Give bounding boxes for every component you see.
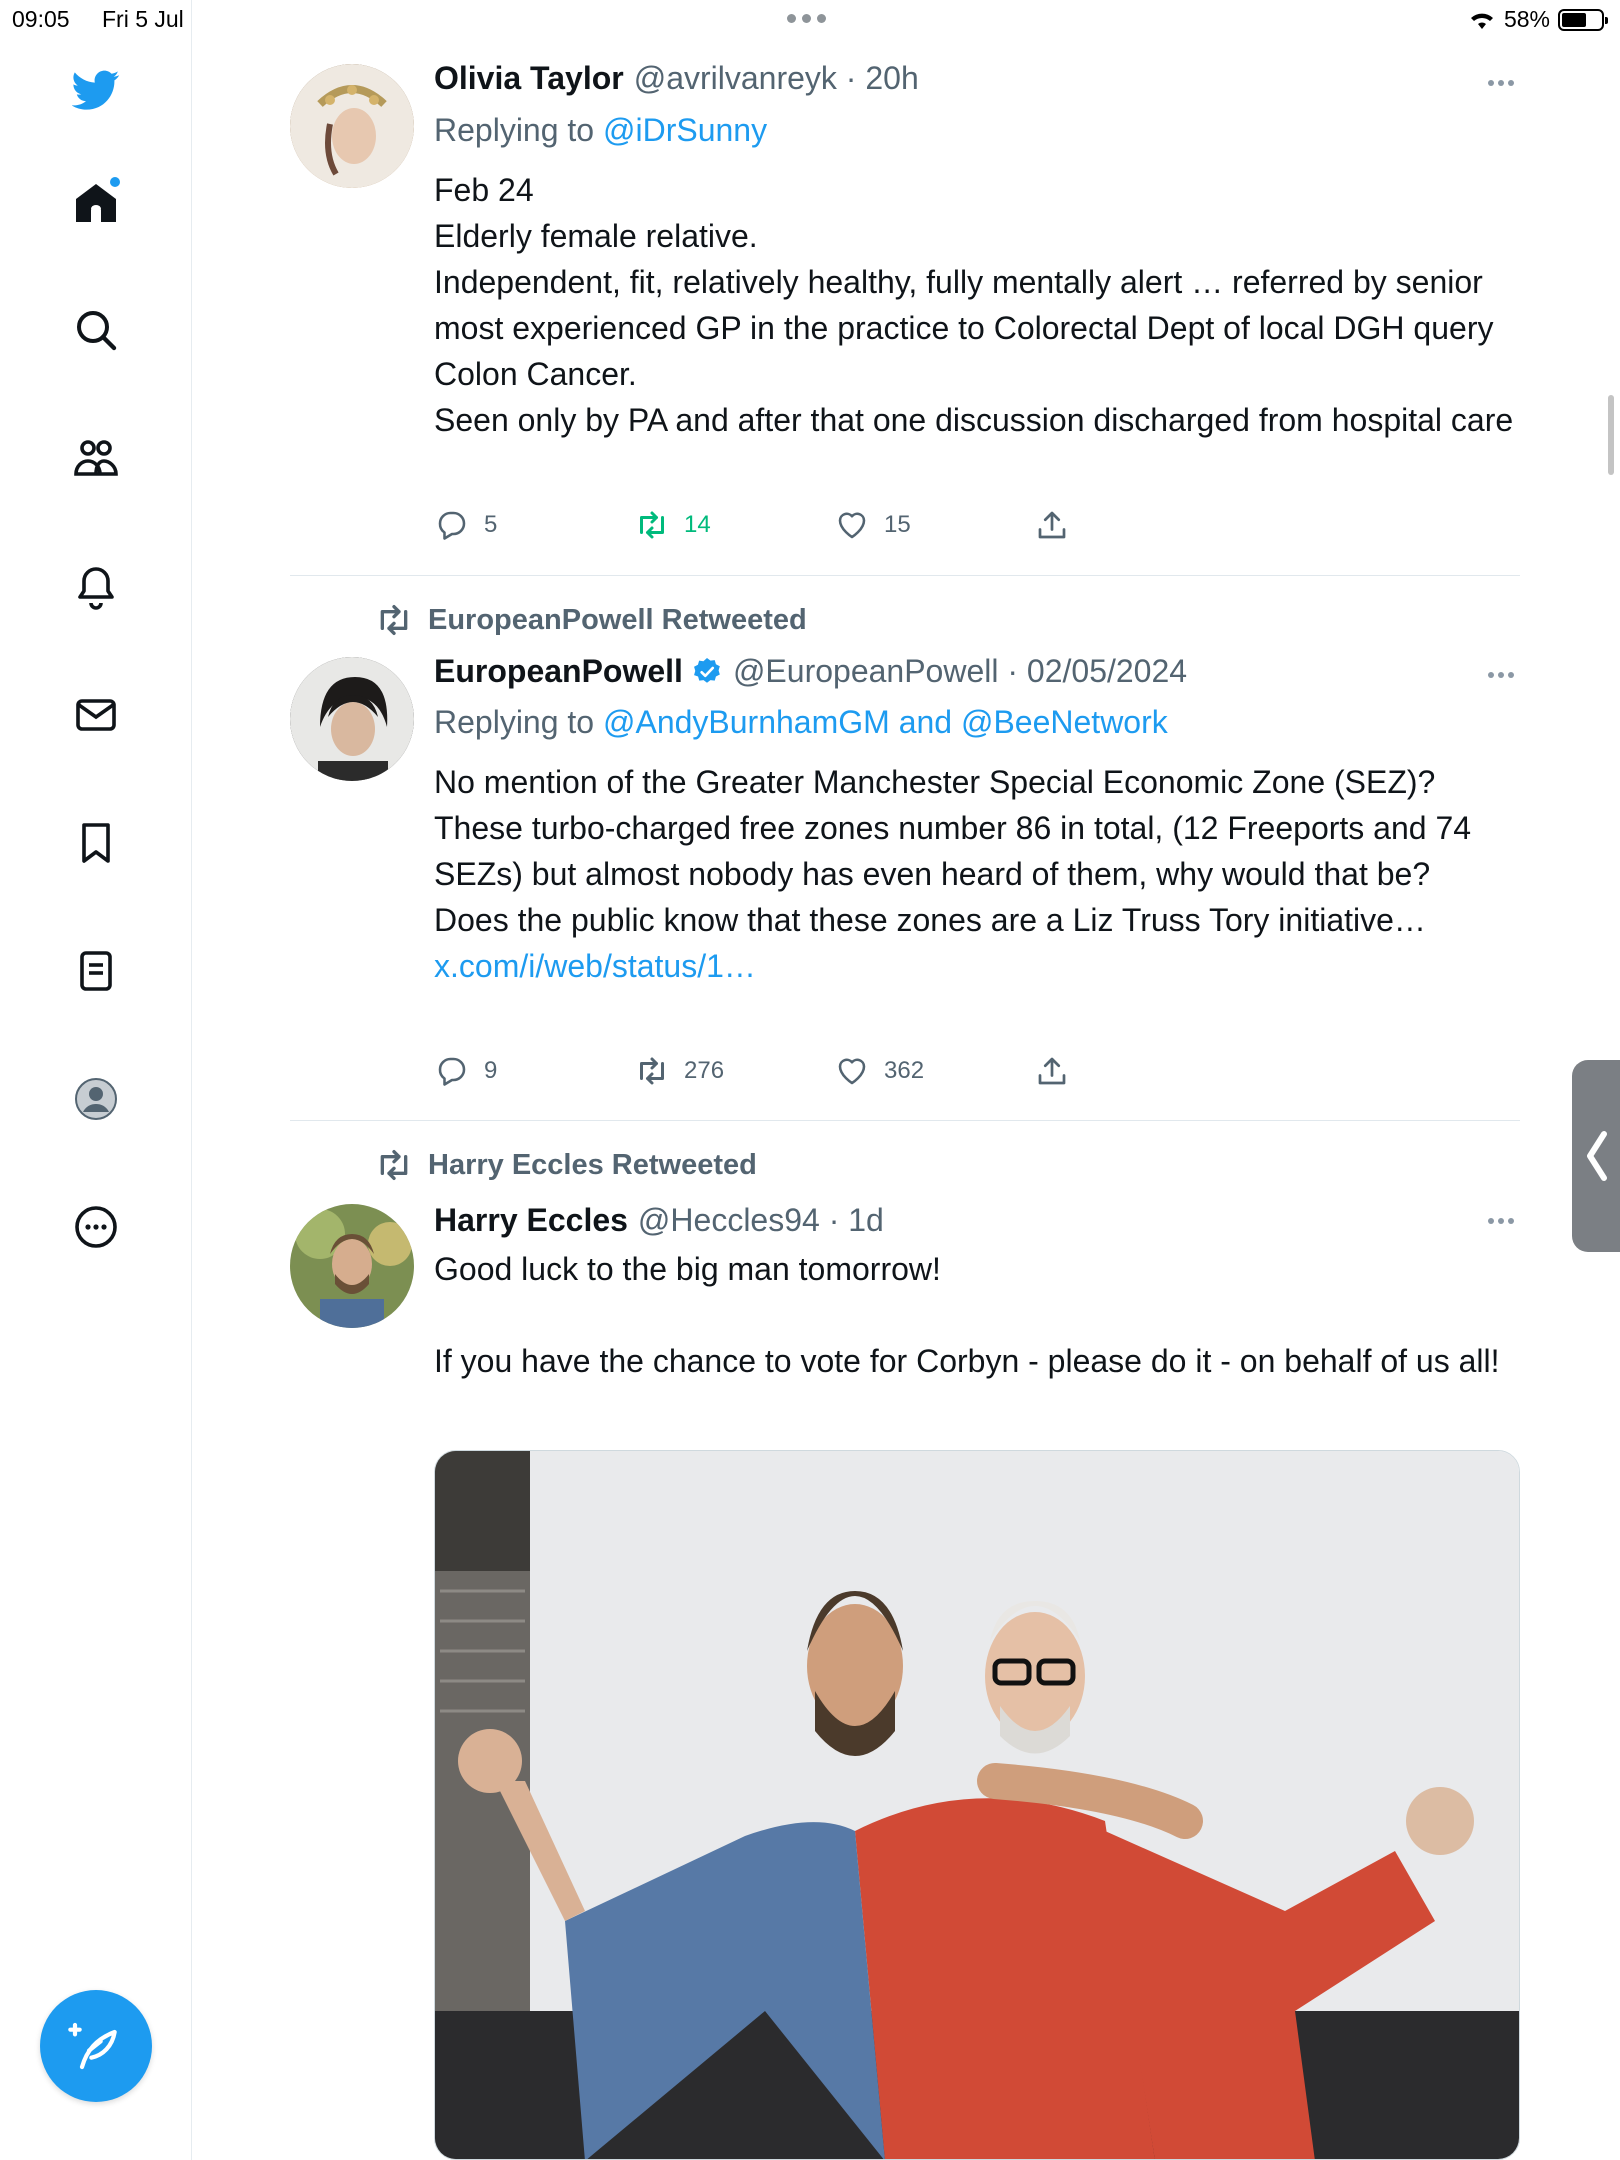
chevron-left-icon — [1587, 1131, 1607, 1181]
replying-to: Replying to @AndyBurnhamGM and @BeeNetwo… — [434, 704, 1168, 740]
avatar[interactable] — [290, 657, 414, 781]
retweeted-by: Harry Eccles Retweeted — [374, 1145, 757, 1185]
side-panel-handle[interactable] — [1572, 1060, 1620, 1252]
retweet-icon — [380, 605, 408, 635]
retweeted-by: EuropeanPowell Retweeted — [374, 600, 807, 640]
more-options-icon[interactable] — [66, 1197, 126, 1257]
scrollbar-thumb[interactable] — [1608, 395, 1614, 475]
retweet-icon — [640, 1057, 664, 1085]
share-icon — [1038, 1057, 1066, 1085]
author-handle[interactable]: @EuropeanPowell · 02/05/2024 — [733, 653, 1187, 690]
twitter-logo-icon[interactable] — [66, 60, 126, 120]
sidebar — [0, 0, 192, 2160]
avatar[interactable] — [290, 64, 414, 188]
reply-icon — [438, 1057, 466, 1086]
author-handle[interactable]: @Heccles94 · 1d — [638, 1202, 884, 1239]
verified-badge-icon — [694, 657, 720, 683]
wifi-icon — [1470, 13, 1493, 29]
tweet-more-icon[interactable] — [1488, 1218, 1520, 1224]
tweet-text: No mention of the Greater Manchester Spe… — [434, 759, 1524, 989]
reply-mention-link[interactable]: @AndyBurnhamGM and @BeeNetwork — [603, 704, 1168, 740]
share-icon — [1038, 511, 1066, 539]
battery-percent: 58% — [1503, 6, 1550, 32]
compose-feather-icon — [68, 2022, 117, 2070]
replying-to: Replying to @iDrSunny — [434, 112, 768, 148]
retweet-icon — [640, 511, 664, 539]
profile-avatar-icon[interactable] — [66, 1069, 126, 1129]
share-button[interactable] — [1034, 507, 1234, 543]
like-heart-icon — [838, 1058, 866, 1085]
like-heart-icon — [838, 512, 866, 539]
search-icon[interactable] — [66, 300, 126, 360]
battery-icon — [1558, 8, 1608, 31]
retweet-button[interactable]: 276 — [634, 1053, 834, 1089]
author-name[interactable]: Olivia Taylor — [434, 60, 624, 97]
tweet-divider — [290, 575, 1520, 576]
tweet-divider — [290, 1120, 1520, 1121]
communities-icon[interactable] — [66, 428, 126, 488]
like-count: 15 — [884, 511, 911, 538]
tweet-text: Good luck to the big man tomorrow! If yo… — [434, 1251, 1500, 1379]
retweet-count: 14 — [684, 511, 711, 538]
retweet-icon — [380, 1150, 408, 1180]
retweet-button[interactable]: 14 — [634, 507, 834, 543]
retweet-count: 276 — [684, 1057, 725, 1084]
multitasking-dots-icon[interactable] — [787, 14, 826, 23]
share-button[interactable] — [1034, 1053, 1234, 1089]
notifications-bell-icon[interactable] — [66, 557, 126, 617]
reply-mention-link[interactable]: @iDrSunny — [603, 112, 767, 148]
reply-button[interactable]: 5 — [434, 507, 634, 543]
avatar[interactable] — [290, 1204, 414, 1328]
tweet-more-icon[interactable] — [1488, 672, 1520, 678]
messages-envelope-icon[interactable] — [66, 685, 126, 745]
home-notification-dot — [110, 177, 120, 187]
status-bar: 09:05 Fri 5 Jul 58% — [0, 0, 1620, 40]
reply-count: 9 — [484, 1057, 498, 1084]
author-handle[interactable]: @avrilvanreyk · 20h — [634, 60, 919, 97]
like-button[interactable]: 15 — [834, 507, 1034, 543]
bookmarks-icon[interactable] — [66, 813, 126, 873]
like-count: 362 — [884, 1057, 925, 1084]
reply-count: 5 — [484, 511, 498, 538]
reply-button[interactable]: 9 — [434, 1053, 634, 1089]
home-icon[interactable] — [66, 173, 126, 233]
tweet-link[interactable]: x.com/i/web/status/1… — [434, 943, 1524, 989]
lists-icon[interactable] — [66, 941, 126, 1001]
like-button[interactable]: 362 — [834, 1053, 1034, 1089]
tweet-text: Feb 24 Elderly female relative. Independ… — [434, 172, 1514, 438]
author-name[interactable]: Harry Eccles — [434, 1202, 628, 1239]
compose-tweet-button[interactable] — [40, 1990, 152, 2102]
reply-icon — [438, 511, 466, 540]
author-name[interactable]: EuropeanPowell — [434, 653, 683, 690]
tweet-photo[interactable] — [434, 1450, 1520, 2160]
tweet-more-icon[interactable] — [1488, 80, 1520, 86]
